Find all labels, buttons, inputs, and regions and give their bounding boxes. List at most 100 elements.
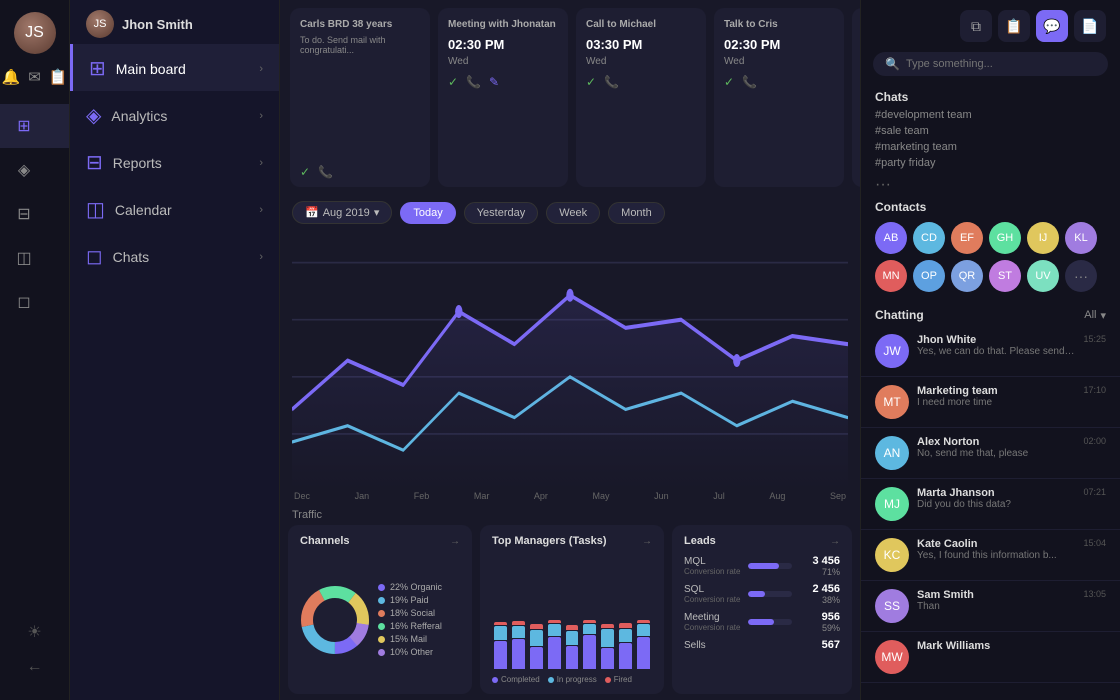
contact-avatar-1[interactable]: CD (913, 222, 945, 254)
date-filter[interactable]: 📅 Aug 2019 ▾ (292, 201, 392, 224)
theme-icon[interactable]: ☀ (27, 622, 41, 642)
chat-item-time: 07:21 (1083, 487, 1106, 497)
phone-icon[interactable]: 📞 (742, 75, 757, 89)
chat-item-2[interactable]: AN Alex Norton No, send me that, please … (861, 428, 1120, 479)
bars-legend-label: Fired (614, 675, 632, 684)
contact-avatar-2[interactable]: EF (951, 222, 983, 254)
lead-value-wrap: 567 (800, 639, 840, 651)
contacts-grid: ABCDEFGHIJKL MNOPQRSTUV··· (861, 218, 1120, 304)
bars-legend-dot (492, 677, 498, 683)
card-time: 02:30 PM (448, 37, 558, 52)
check-icon[interactable]: ✓ (448, 75, 458, 89)
phone-icon[interactable]: 📞 (318, 165, 333, 179)
lead-pct: 38% (800, 595, 840, 605)
lead-bar-wrap (748, 563, 792, 569)
chat-item-avatar: SS (875, 589, 909, 623)
message-icon[interactable]: ✉ (28, 68, 41, 86)
phone-icon[interactable]: 📞 (604, 75, 619, 89)
contacts-more[interactable]: ··· (1065, 260, 1097, 292)
edit-icon[interactable]: ✎ (489, 75, 499, 89)
card-footer: ✓ 📞 (724, 75, 834, 89)
chat-item-4[interactable]: KC Kate Caolin Yes, I found this informa… (861, 530, 1120, 581)
nav-section-chats[interactable]: ◻ Chats › (70, 232, 279, 279)
chat-item-6[interactable]: MW Mark Williams (861, 632, 1120, 683)
bar-in-progress (494, 626, 507, 640)
bar-stack (548, 589, 561, 669)
chat-item-0[interactable]: JW Jhon White Yes, we can do that. Pleas… (861, 326, 1120, 377)
check-icon[interactable]: ✓ (724, 75, 734, 89)
filter-btn-month[interactable]: Month (608, 202, 665, 224)
contact-avatar-0[interactable]: AB (875, 222, 907, 254)
chats-list: #development team #sale team #marketing te… (861, 108, 1120, 176)
contact-avatar-6[interactable]: MN (875, 260, 907, 292)
nav-section-reports[interactable]: ⊟ Reports › (70, 138, 279, 185)
chat-tag[interactable]: #development team (875, 108, 1106, 122)
chat-tag[interactable]: #sale team (875, 124, 1106, 138)
traffic-label: Traffic (280, 507, 860, 525)
card-4: Meeting with Team 05:30 PMWed ✓ 📞 (852, 8, 860, 187)
chat-item-time: 15:25 (1083, 334, 1106, 344)
copy-icon-btn[interactable]: ⧉ (960, 10, 992, 42)
channels-content: 22% Organic 19% Paid 18% Social 16% Reff… (300, 555, 460, 684)
chat-items: JW Jhon White Yes, we can do that. Pleas… (861, 326, 1120, 700)
sidebar-item-calendar[interactable]: ◫ (0, 236, 69, 280)
sidebar-item-analytics[interactable]: ◈ (0, 148, 69, 192)
leads-arrow[interactable]: → (830, 536, 840, 547)
check-icon[interactable]: ✓ (300, 165, 310, 179)
right-top-icons: ⧉ 📋 💬 📄 (861, 0, 1120, 48)
filter-btn-today[interactable]: Today (400, 202, 455, 224)
channels-legend: 22% Organic 19% Paid 18% Social 16% Reff… (378, 582, 460, 657)
chart-x-label: Jan (355, 491, 370, 501)
sidebar-item-chats[interactable]: ◻ (0, 280, 69, 324)
chat-item-1[interactable]: MT Marketing team I need more time 17:10 (861, 377, 1120, 428)
notification-icon[interactable]: 🔔 (2, 68, 21, 86)
clipboard-icon-btn[interactable]: 📋 (998, 10, 1030, 42)
contact-avatar-5[interactable]: KL (1065, 222, 1097, 254)
card-title: Talk to Cris (724, 18, 834, 31)
collapse-icon[interactable]: ← (27, 658, 43, 676)
avatar[interactable]: JS (14, 12, 56, 54)
contact-avatar-8[interactable]: QR (951, 260, 983, 292)
document-icon[interactable]: 📋 (49, 68, 68, 86)
nav-section-analytics[interactable]: ◈ Analytics › (70, 91, 279, 138)
contact-avatar-9[interactable]: ST (989, 260, 1021, 292)
channels-title: Channels (300, 535, 350, 547)
chart-x-label: Jul (713, 491, 725, 501)
phone-icon[interactable]: 📞 (466, 75, 481, 89)
contact-avatar-3[interactable]: GH (989, 222, 1021, 254)
lead-bar (748, 591, 765, 597)
doc-icon-btn[interactable]: 📄 (1074, 10, 1106, 42)
bar-stack (530, 589, 543, 669)
search-input[interactable] (906, 58, 1096, 70)
contact-avatar-7[interactable]: OP (913, 260, 945, 292)
search-box[interactable]: 🔍 (873, 52, 1108, 76)
chatting-filter[interactable]: All ▾ (1084, 309, 1106, 322)
filter-chevron-icon: ▾ (1100, 309, 1106, 322)
chat-item-time: 13:05 (1083, 589, 1106, 599)
nav-section-main-board[interactable]: ⊞ Main board › (70, 44, 279, 91)
chat-item-avatar: JW (875, 334, 909, 368)
contact-avatar-10[interactable]: UV (1027, 260, 1059, 292)
chat-item-body: Alex Norton No, send me that, please (917, 436, 1075, 459)
check-icon[interactable]: ✓ (586, 75, 596, 89)
filter-btn-yesterday[interactable]: Yesterday (464, 202, 539, 224)
chat-icon-btn[interactable]: 💬 (1036, 10, 1068, 42)
legend-item: 18% Social (378, 608, 460, 618)
chat-item-name: Jhon White (917, 334, 1075, 346)
legend-dot (378, 597, 385, 604)
chat-tag[interactable]: #marketing team (875, 140, 1106, 154)
nav-section-calendar[interactable]: ◫ Calendar › (70, 185, 279, 232)
lead-value: 567 (800, 639, 840, 651)
bar-in-progress (548, 624, 561, 636)
channels-arrow[interactable]: → (450, 536, 460, 547)
filter-btn-week[interactable]: Week (546, 202, 600, 224)
date-filter-label: Aug 2019 (323, 207, 370, 219)
sidebar-item-main-board[interactable]: ⊞ (0, 104, 69, 148)
sidebar-item-reports[interactable]: ⊟ (0, 192, 69, 236)
managers-arrow[interactable]: → (642, 536, 652, 547)
chat-tag[interactable]: #party friday (875, 156, 1106, 170)
chat-item-3[interactable]: MJ Marta Jhanson Did you do this data? 0… (861, 479, 1120, 530)
chats-more[interactable]: ··· (861, 176, 1120, 194)
contact-avatar-4[interactable]: IJ (1027, 222, 1059, 254)
chat-item-5[interactable]: SS Sam Smith Than 13:05 (861, 581, 1120, 632)
